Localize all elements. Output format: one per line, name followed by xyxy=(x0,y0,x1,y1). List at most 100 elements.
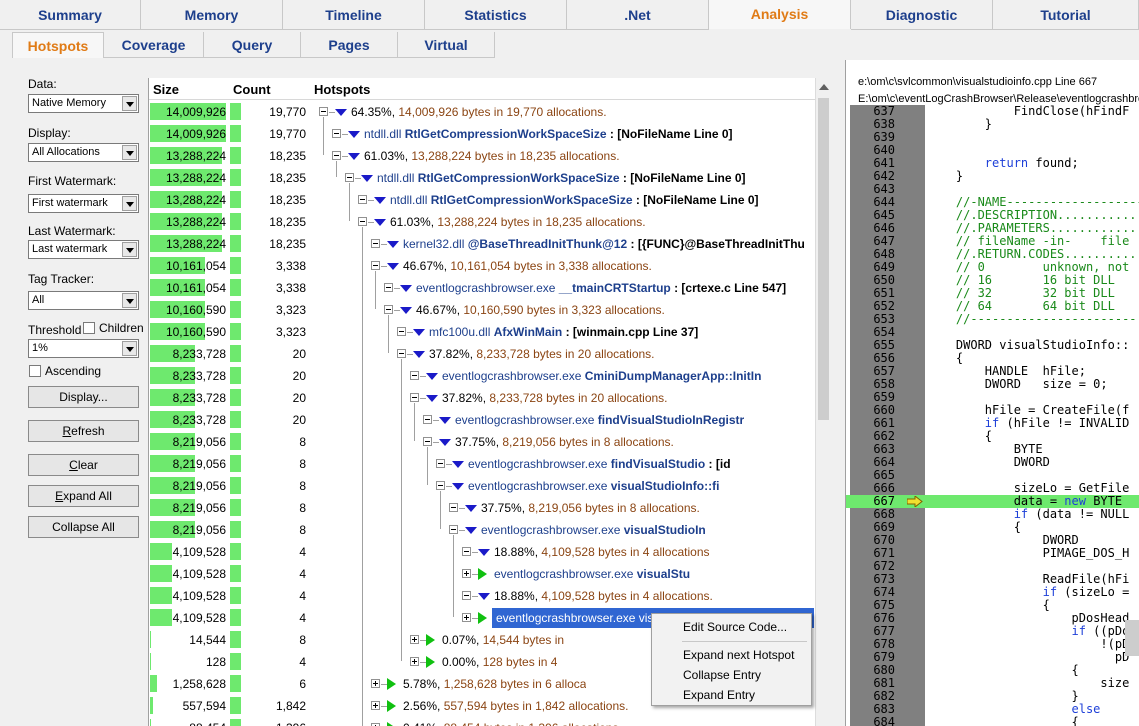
display-select[interactable]: All Allocations xyxy=(28,143,139,162)
hotspot-label[interactable]: 37.82%, 8,233,728 bytes in 20 allocation… xyxy=(442,391,668,405)
expand-toggle[interactable] xyxy=(462,613,471,622)
clear-button[interactable]: Clear xyxy=(28,454,139,476)
hotspot-label[interactable]: eventlogcrashbrowser.exe visualStudioIn xyxy=(481,523,706,537)
tab-timeline[interactable]: Timeline xyxy=(283,0,425,30)
tab-analysis[interactable]: Analysis xyxy=(709,0,851,29)
column-header-count[interactable]: Count xyxy=(233,82,271,97)
tab-summary[interactable]: Summary xyxy=(0,0,141,30)
refresh-button[interactable]: Refresh xyxy=(28,420,139,442)
hotspot-label[interactable]: 37.82%, 8,233,728 bytes in 20 allocation… xyxy=(429,347,655,361)
display-button[interactable]: Display... xyxy=(28,386,139,408)
size-cell: 4,109,528 xyxy=(172,545,226,559)
expand-toggle[interactable] xyxy=(423,415,432,424)
tab-virtual[interactable]: Virtual xyxy=(398,32,495,58)
hotspot-label[interactable]: eventlogcrashbrowser.exe findVisualStudi… xyxy=(455,413,744,427)
tab-coverage[interactable]: Coverage xyxy=(104,32,204,58)
expand-toggle[interactable] xyxy=(358,195,367,204)
hotspot-label[interactable]: 0.07%, 14,544 bytes in xyxy=(442,633,564,647)
expand-toggle[interactable] xyxy=(332,129,341,138)
hotspot-label[interactable]: 64.35%, 14,009,926 bytes in 19,770 alloc… xyxy=(351,105,607,119)
expand-toggle[interactable] xyxy=(462,547,471,556)
tab-statistics[interactable]: Statistics xyxy=(425,0,567,30)
expand-toggle[interactable] xyxy=(462,569,471,578)
expand-toggle[interactable] xyxy=(423,437,432,446)
children-checkbox[interactable] xyxy=(83,322,95,334)
hotspot-label[interactable]: 0.41%, 88,454 bytes in 1,396 allocations… xyxy=(403,721,622,726)
expand-toggle[interactable] xyxy=(319,107,328,116)
tab-hotspots[interactable]: Hotspots xyxy=(12,32,104,58)
expand-toggle[interactable] xyxy=(332,151,341,160)
hotspot-location: : [id xyxy=(705,457,731,471)
tag-tracker-select[interactable]: All xyxy=(28,291,139,310)
tab-query[interactable]: Query xyxy=(204,32,301,58)
hotspot-label[interactable]: 37.75%, 8,219,056 bytes in 8 allocations… xyxy=(455,435,674,449)
hotspot-module: eventlogcrashbrowser.exe xyxy=(468,479,611,493)
hotspot-label[interactable]: 46.67%, 10,160,590 bytes in 3,323 alloca… xyxy=(416,303,665,317)
expand-toggle[interactable] xyxy=(384,305,393,314)
hotspot-function: @BaseThreadInitThunk@12 xyxy=(467,237,628,251)
expand-toggle[interactable] xyxy=(358,217,367,226)
expand-toggle[interactable] xyxy=(397,327,406,336)
source-code[interactable]: 637 FindClose(hFindF 638 } 639 640 641 retur… xyxy=(846,105,1139,726)
hotspot-label[interactable]: eventlogcrashbrowser.exe __tmainCRTStart… xyxy=(416,281,786,295)
hotspot-label[interactable]: 46.67%, 10,161,054 bytes in 3,338 alloca… xyxy=(403,259,652,273)
menu-separator xyxy=(682,641,807,642)
threshold-select[interactable]: 1% xyxy=(28,339,139,358)
source-scroll-thumb[interactable] xyxy=(1125,620,1139,656)
menu-item-edit-source[interactable]: Edit Source Code... xyxy=(683,620,787,634)
hotspot-label[interactable]: 5.78%, 1,258,628 bytes in 6 alloca xyxy=(403,677,586,691)
expand-toggle[interactable] xyxy=(345,173,354,182)
expand-toggle[interactable] xyxy=(462,591,471,600)
hotspot-label[interactable]: 37.75%, 8,219,056 bytes in 8 allocations… xyxy=(481,501,700,515)
hotspot-label[interactable]: 18.88%, 4,109,528 bytes in 4 allocations xyxy=(494,545,710,559)
menu-item-collapse-entry[interactable]: Collapse Entry xyxy=(683,668,761,682)
expand-toggle[interactable] xyxy=(436,459,445,468)
hotspot-label[interactable]: ntdll.dll RtlGetCompressionWorkSpaceSize… xyxy=(390,193,759,207)
column-header-hotspots[interactable]: Hotspots xyxy=(314,82,370,97)
hotspot-label[interactable]: ntdll.dll RtlGetCompressionWorkSpaceSize… xyxy=(377,171,746,185)
hotspot-label[interactable]: 18.88%, 4,109,528 bytes in 4 allocations… xyxy=(494,589,713,603)
expand-toggle[interactable] xyxy=(410,393,419,402)
last-watermark-select[interactable]: Last watermark xyxy=(28,240,139,259)
expand-toggle[interactable] xyxy=(371,261,380,270)
tab-pages[interactable]: Pages xyxy=(301,32,398,58)
collapse-all-button[interactable]: Collapse All xyxy=(28,516,139,538)
expand-toggle[interactable] xyxy=(449,525,458,534)
hotspot-label[interactable]: ntdll.dll RtlGetCompressionWorkSpaceSize… xyxy=(364,127,733,141)
hotspot-label[interactable]: eventlogcrashbrowser.exe findVisualStudi… xyxy=(468,457,731,471)
hotspot-label[interactable]: 0.00%, 128 bytes in 4 xyxy=(442,655,557,669)
scroll-up-icon[interactable] xyxy=(819,84,829,90)
expand-toggle[interactable] xyxy=(384,283,393,292)
expand-toggle[interactable] xyxy=(371,701,380,710)
first-watermark-select[interactable]: First watermark xyxy=(28,194,139,213)
expand-toggle[interactable] xyxy=(410,635,419,644)
expand-toggle[interactable] xyxy=(397,349,406,358)
tab-dotnet[interactable]: .Net xyxy=(567,0,709,30)
column-header-size[interactable]: Size xyxy=(153,82,179,97)
hotspot-label[interactable]: eventlogcrashbrowser.exe visualStu xyxy=(494,567,690,581)
hotspot-label[interactable]: eventlogcrashbrowser.exe visualStudioInf… xyxy=(468,479,719,493)
hotspot-label[interactable]: mfc100u.dll AfxWinMain : [winmain.cpp Li… xyxy=(429,325,698,339)
hotspot-label[interactable]: 61.03%, 13,288,224 bytes in 18,235 alloc… xyxy=(390,215,646,229)
data-select[interactable]: Native Memory xyxy=(28,94,139,113)
hotspot-location: : [NoFileName Line 0] xyxy=(619,171,746,185)
hotspot-label[interactable]: kernel32.dll @BaseThreadInitThunk@12 : [… xyxy=(403,237,805,251)
hotspot-label[interactable]: eventlogcrashbrowser.exe CminiDumpManage… xyxy=(442,369,761,383)
ascending-checkbox[interactable] xyxy=(29,365,41,377)
hotspot-label[interactable]: 61.03%, 13,288,224 bytes in 18,235 alloc… xyxy=(364,149,620,163)
expand-all-button[interactable]: Expand All xyxy=(28,485,139,507)
tab-tutorial[interactable]: Tutorial xyxy=(993,0,1139,30)
expand-toggle[interactable] xyxy=(436,481,445,490)
menu-item-expand-next[interactable]: Expand next Hotspot xyxy=(683,648,794,662)
hotspot-label[interactable]: 2.56%, 557,594 bytes in 1,842 allocation… xyxy=(403,699,629,713)
expand-toggle[interactable] xyxy=(371,679,380,688)
expand-toggle[interactable] xyxy=(410,371,419,380)
tab-memory[interactable]: Memory xyxy=(141,0,283,30)
tab-diagnostic[interactable]: Diagnostic xyxy=(851,0,993,30)
expand-toggle[interactable] xyxy=(449,503,458,512)
expand-toggle[interactable] xyxy=(410,657,419,666)
expand-toggle[interactable] xyxy=(371,239,380,248)
menu-item-expand-entry[interactable]: Expand Entry xyxy=(683,688,755,702)
grid-scrollbar[interactable] xyxy=(815,78,831,726)
scroll-thumb[interactable] xyxy=(818,98,829,420)
